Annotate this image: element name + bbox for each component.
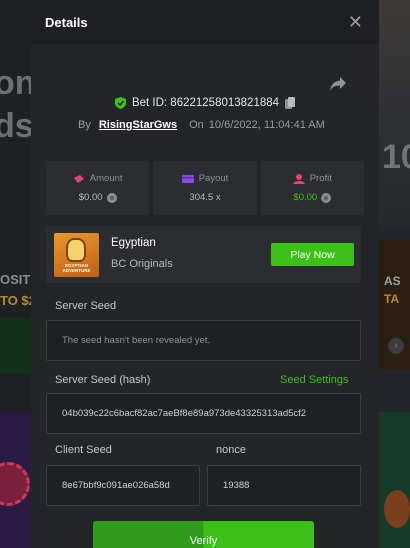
server-seed-hash-field[interactable]: 04b039c22c6bacf82ac7aeBf8e89a973de433253…: [46, 393, 361, 434]
background-green-banner: [0, 318, 34, 374]
stat-payout: Payout 304.5 x: [153, 161, 257, 215]
background-player-image: 10: [378, 0, 410, 230]
client-seed-label: Client Seed: [55, 444, 112, 456]
verify-button[interactable]: Verify: [93, 521, 314, 548]
background-casino-tile: [0, 412, 34, 548]
stat-profit-label: Profit: [309, 173, 332, 184]
bet-stats: Amount $0.00 Payout 304.5 x Profit $0.00: [46, 161, 364, 215]
stat-profit-header: Profit: [292, 173, 332, 184]
stat-amount: Amount $0.00: [46, 161, 150, 215]
stat-payout-value: 304.5 x: [189, 192, 221, 203]
modal-header: Details ✕: [31, 0, 379, 44]
stat-amount-label: Amount: [89, 173, 123, 184]
background-right-line-1: AS: [384, 274, 401, 288]
on-label: On: [189, 119, 204, 131]
nonce-label: nonce: [216, 444, 246, 456]
profit-icon: [292, 173, 305, 184]
username-link[interactable]: RisingStarGws: [99, 119, 177, 131]
background-right-line-2: TA: [384, 292, 400, 306]
stat-profit-value: $0.00: [293, 192, 318, 203]
client-seed-field[interactable]: 8e67bbf9c091ae026a58d: [46, 465, 200, 506]
pharaoh-icon: [66, 238, 86, 262]
coin-icon: [321, 192, 332, 203]
coin-icon: [106, 192, 117, 203]
close-icon[interactable]: ✕: [348, 13, 363, 31]
server-seed-field: The seed hasn't been revealed yet.: [46, 320, 361, 361]
modal-title: Details: [45, 14, 88, 30]
share-icon[interactable]: [329, 76, 347, 92]
shield-check-icon: [114, 97, 126, 109]
stat-amount-value-row: $0.00: [79, 192, 117, 203]
game-thumbnail[interactable]: EGYPTIAN ADVENTURE: [54, 233, 99, 277]
game-name: Egyptian: [111, 237, 156, 249]
game-thumbnail-label: EGYPTIAN ADVENTURE: [62, 263, 91, 274]
server-seed-hash-label: Server Seed (hash): [55, 374, 151, 386]
background-jersey-number: 10: [382, 138, 410, 176]
stat-amount-value: $0.00: [78, 192, 103, 203]
stat-payout-label: Payout: [198, 173, 229, 184]
server-seed-label: Server Seed: [55, 300, 117, 312]
bet-owner-row: By RisingStarGws On 10/6/2022, 11:04:41 …: [78, 119, 325, 131]
stat-profit-value-row: $0.00: [293, 192, 332, 203]
verify-button-label: Verify: [189, 535, 218, 547]
bet-details-modal: Details ✕ Bet ID: 86221258013821884 By R…: [31, 0, 379, 548]
nonce-field[interactable]: 19388: [207, 465, 361, 506]
stat-amount-header: Amount: [73, 173, 123, 184]
play-now-button[interactable]: Play Now: [271, 243, 354, 266]
by-label: By: [78, 119, 91, 131]
stat-payout-value-row: 304.5 x: [189, 192, 220, 203]
background-chip-icon: [0, 462, 30, 506]
payout-icon: [181, 174, 194, 183]
copy-icon[interactable]: [285, 97, 296, 109]
bet-date: 10/6/2022, 11:04:41 AM: [208, 119, 325, 131]
background-carousel-arrow-icon: ›: [388, 338, 404, 354]
stat-payout-header: Payout: [181, 173, 229, 184]
stat-profit: Profit $0.00: [260, 161, 364, 215]
amount-icon: [73, 174, 84, 183]
game-card: EGYPTIAN ADVENTURE Egyptian BC Originals…: [46, 226, 361, 283]
bet-id: Bet ID: 86221258013821884: [131, 97, 280, 109]
bet-id-row: Bet ID: 86221258013821884: [31, 97, 379, 109]
background-ball-icon: [384, 490, 410, 528]
game-provider: BC Originals: [111, 258, 173, 270]
seed-settings-link[interactable]: Seed Settings: [280, 374, 349, 386]
background-sports-tile: [378, 412, 410, 548]
